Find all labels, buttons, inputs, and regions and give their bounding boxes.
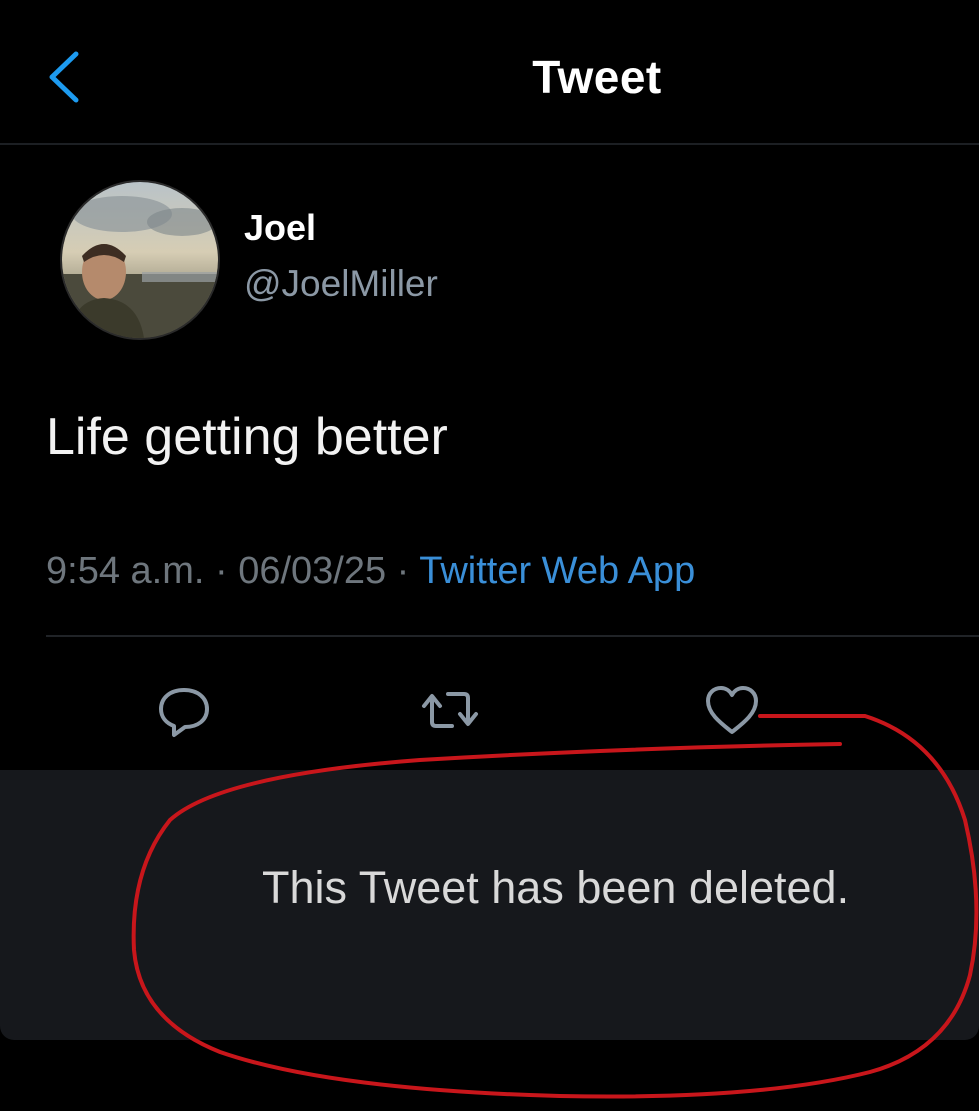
tweet-time: 9:54 a.m.: [46, 550, 205, 592]
like-button[interactable]: [700, 678, 764, 742]
meta-separator: ·: [204, 550, 239, 592]
tweet-date: 06/03/25: [238, 550, 387, 592]
deleted-notice-text: This Tweet has been deleted.: [262, 862, 850, 913]
retweet-button[interactable]: [418, 678, 482, 742]
avatar[interactable]: [60, 180, 220, 340]
heart-icon: [706, 686, 758, 734]
page-title: Tweet: [532, 51, 662, 103]
tweet-source-link[interactable]: Twitter Web App: [419, 550, 695, 592]
bottom-background: [0, 1040, 979, 1111]
meta-separator: ·: [386, 550, 420, 592]
top-nav-bar: Tweet: [0, 0, 979, 145]
tweet-meta: 9:54 a.m. · 06/03/25 · Twitter Web App: [46, 550, 695, 593]
tweet-text: Life getting better: [46, 408, 448, 466]
author-name[interactable]: Joel: [244, 207, 316, 249]
retweet-icon: [422, 692, 478, 728]
comment-icon: [159, 688, 209, 737]
reply-button[interactable]: [152, 678, 216, 742]
divider: [46, 635, 979, 637]
author-handle[interactable]: @JoelMiller: [244, 263, 438, 305]
tweet-card: Joel @JoelMiller Life getting better 9:5…: [0, 145, 979, 770]
deleted-tweet-notice: This Tweet has been deleted.: [0, 770, 979, 1040]
